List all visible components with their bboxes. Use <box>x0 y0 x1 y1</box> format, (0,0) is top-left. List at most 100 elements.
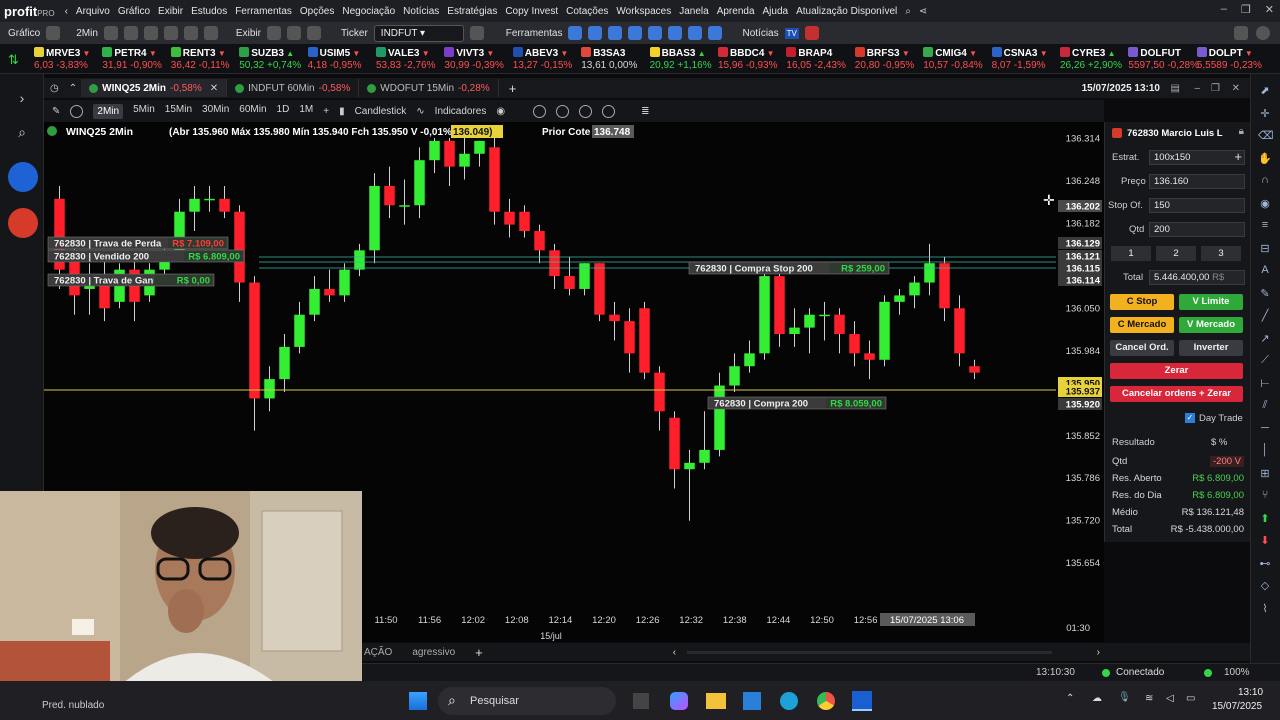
indicators-button[interactable]: Indicadores <box>435 106 487 117</box>
ticker-item[interactable]: SUZB3 ▲ 50,32 +0,74% <box>239 47 317 72</box>
total-input[interactable]: 5.446.400,00 R$ <box>1149 270 1245 285</box>
trend-icon[interactable]: ⟋ <box>1258 354 1272 368</box>
chart-icon[interactable] <box>46 26 61 40</box>
menu-item[interactable]: Estudos <box>187 6 231 17</box>
ticker-item[interactable]: CSNA3 ▼ 8,07 -1,59% <box>991 47 1070 72</box>
menu-item[interactable]: Exibir <box>154 6 187 17</box>
zoom-in-chart-icon[interactable] <box>533 104 547 118</box>
interval-option[interactable]: 1M <box>299 104 313 119</box>
chrome-icon[interactable] <box>817 692 835 710</box>
crosshair-icon[interactable]: ✛ <box>1258 107 1272 121</box>
interval-button[interactable]: 2Min <box>76 28 98 39</box>
replay-icon[interactable] <box>183 26 198 40</box>
measure-icon[interactable]: ⊷ <box>1258 557 1272 571</box>
menu-item[interactable]: Janela <box>675 6 712 17</box>
qty-button-1[interactable]: 1 <box>1111 246 1151 261</box>
draw-icon[interactable] <box>203 26 218 40</box>
bottom-tab-agressivo[interactable]: agressivo <box>412 647 455 658</box>
tray-wifi-icon[interactable]: ≋ <box>1145 693 1153 704</box>
menu-item[interactable]: Atualização Disponível <box>792 6 901 17</box>
preco-input[interactable]: 136.160 <box>1149 174 1245 189</box>
resultado-units[interactable]: $ % <box>1211 437 1227 448</box>
store-icon[interactable] <box>743 692 761 710</box>
path-icon[interactable]: ⌇ <box>1258 602 1272 616</box>
bottom-tab-acao[interactable]: AÇÃO <box>362 647 392 658</box>
arrow-down-icon[interactable]: ⬇ <box>1258 534 1272 548</box>
hand-icon[interactable]: ✋ <box>1258 152 1272 166</box>
inverter-button[interactable]: Inverter <box>1179 340 1243 356</box>
menu-item[interactable]: Ferramentas <box>231 6 296 17</box>
minimize-icon[interactable]: – <box>1221 3 1227 16</box>
v-limite-button[interactable]: V Limite <box>1179 294 1243 310</box>
chart-tab[interactable]: INDFUT 60Min -0,58% <box>227 79 360 97</box>
tool-icon-4[interactable] <box>628 26 643 40</box>
account-name[interactable]: 762830 Marcio Luis L <box>1127 128 1223 139</box>
edge-icon[interactable] <box>780 692 798 710</box>
candlestick-icon[interactable]: ▮ <box>339 106 345 117</box>
trade-app-avatar[interactable] <box>8 162 38 192</box>
window-icon[interactable] <box>286 26 301 40</box>
grid-icon[interactable]: ⊞ <box>1258 467 1272 481</box>
tv-icon[interactable]: TV <box>784 27 799 39</box>
ticker-item[interactable]: BBAS3 ▲ 20,92 +1,16% <box>649 47 728 72</box>
tray-chevron-icon[interactable]: ⌃ <box>1066 693 1074 704</box>
copilot-icon[interactable] <box>670 692 688 710</box>
ray-icon[interactable]: ↗ <box>1258 332 1272 346</box>
ticker-item[interactable]: DOLPT ▼ 5,5589 -0,23% <box>1196 47 1275 72</box>
ticker-item[interactable]: VALE3 ▼ 53,83 -2,76% <box>376 47 454 72</box>
interval-option[interactable]: 30Min <box>202 104 229 119</box>
tray-volume-icon[interactable]: ◁ <box>1166 693 1174 704</box>
ticker-item[interactable]: MRVE3 ▼ 6,03 -3,83% <box>34 47 112 72</box>
order-label[interactable]: 762830 | Trava de Ganho R$ 0,00 <box>47 273 215 287</box>
interval-option[interactable]: 5Min <box>133 104 155 119</box>
day-trade-checkbox[interactable]: ✓ <box>1185 413 1195 423</box>
explorer-icon[interactable] <box>706 693 726 709</box>
order-label[interactable]: 762830 | Compra Stop 200 R$ 259,00 <box>688 261 890 275</box>
interval-option[interactable]: 60Min <box>239 104 266 119</box>
order-label[interactable]: 762830 | Compra 200 R$ 8.059,00 <box>707 396 887 410</box>
zoom-level[interactable]: 100% <box>1224 667 1250 678</box>
close-tab-icon[interactable]: ✕ <box>1232 83 1240 94</box>
zoom-reset-icon[interactable] <box>579 104 593 118</box>
qty-button-3[interactable]: 3 <box>1201 246 1241 261</box>
tray-mic-icon[interactable]: 🎙︎ <box>1118 692 1131 703</box>
chart-type-button[interactable]: Candlestick <box>355 106 407 117</box>
expand-icon[interactable]: › <box>12 90 32 110</box>
cancel-zerar-button[interactable]: Cancelar ordens + Zerar <box>1110 386 1243 402</box>
lock-icon[interactable]: 🔒︎ <box>1239 126 1244 137</box>
cancel-ord-button[interactable]: Cancel Ord. <box>1110 340 1174 356</box>
order-label[interactable]: 762830 | Trava de Perda R$ 7.109,00 <box>47 236 229 250</box>
arrow-up-icon[interactable]: ⬆ <box>1258 512 1272 526</box>
clock-icon[interactable] <box>70 104 84 118</box>
share-icon[interactable]: ⋖ <box>915 6 931 17</box>
maximize-icon[interactable]: ❐ <box>1241 3 1251 16</box>
vline-icon[interactable]: │ <box>1258 444 1272 458</box>
menu-item[interactable]: Ajuda <box>759 6 793 17</box>
menu-item[interactable]: Cotações <box>562 6 612 17</box>
eraser-icon[interactable]: ⌫ <box>1258 129 1274 143</box>
ticker-item[interactable]: BRFS3 ▼ 20,80 -0,95% <box>854 47 933 72</box>
back-arrow-icon[interactable]: ‹ <box>61 6 72 17</box>
ticker-nav-icon[interactable]: ⇅ <box>8 52 19 68</box>
tray-cloud-icon[interactable]: ☁ <box>1092 693 1102 704</box>
ticker-item[interactable]: PETR4 ▼ 31,91 -0,90% <box>102 47 180 72</box>
channel-icon[interactable]: ⫽ <box>1258 399 1272 413</box>
stop-input[interactable]: 150 <box>1149 198 1245 213</box>
tool-icon-8[interactable] <box>708 26 723 40</box>
zoom-out-icon[interactable] <box>123 26 138 40</box>
search-icon[interactable]: ⌕ <box>901 6 915 17</box>
chart-settings-icon[interactable]: ≣ <box>641 106 649 117</box>
taskbar-time[interactable]: 13:10 <box>1238 687 1263 698</box>
menu-item[interactable]: Gráfico <box>114 6 154 17</box>
tool-icon-2[interactable] <box>588 26 603 40</box>
ticker-item[interactable]: BRAP4 16,05 -2,43% <box>786 47 864 72</box>
fib-icon[interactable]: ⊢ <box>1258 377 1272 391</box>
pencil-icon[interactable]: ✎ <box>52 106 60 117</box>
tray-battery-icon[interactable]: ▭ <box>1186 693 1195 704</box>
taskbar-search[interactable]: ⌕ Pesquisar <box>438 687 616 715</box>
hline-icon[interactable]: ─ <box>1258 422 1272 436</box>
menu-item[interactable]: Notícias <box>399 6 443 17</box>
menu-item[interactable]: Copy Invest <box>501 6 562 17</box>
zoom-fit-icon[interactable] <box>143 26 158 40</box>
close-icon[interactable]: ✕ <box>1265 3 1274 16</box>
